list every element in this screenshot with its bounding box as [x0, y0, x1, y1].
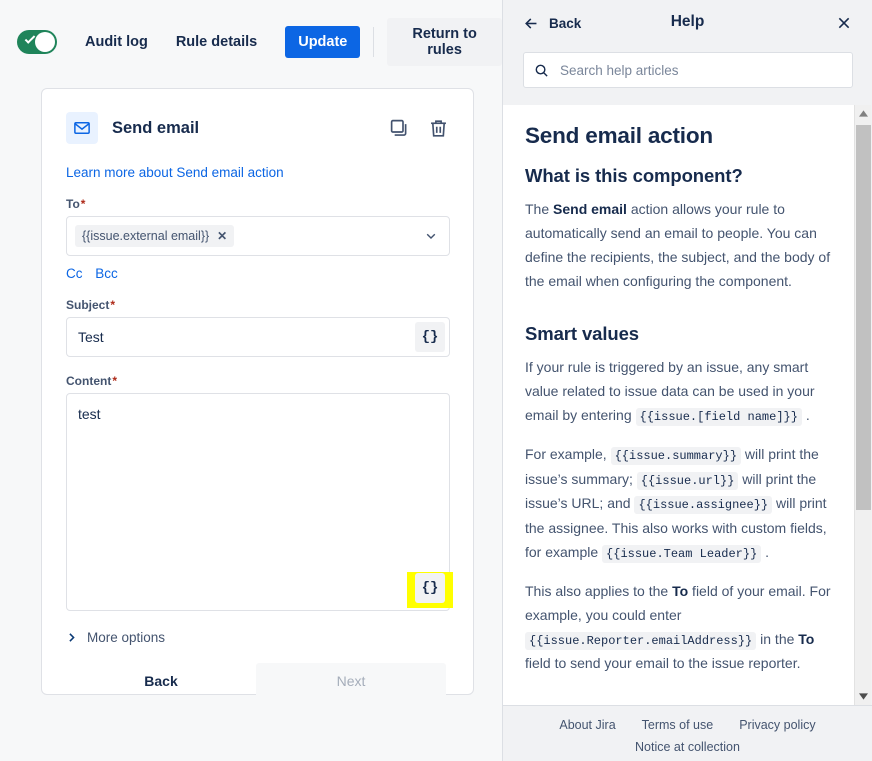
- card-header-actions: [389, 118, 449, 139]
- footer-links-row-1: About Jira Terms of use Privacy policy: [503, 718, 872, 732]
- scrollbar-thumb[interactable]: [856, 125, 871, 510]
- envelope-icon: [66, 112, 98, 144]
- close-icon[interactable]: [836, 15, 852, 31]
- content-field-wrapper: test {}: [66, 393, 453, 611]
- help-scrollbar[interactable]: [854, 105, 871, 705]
- help-back-label: Back: [549, 15, 582, 31]
- subject-field-wrapper: {}: [66, 317, 450, 357]
- article-section-2-heading: Smart values: [525, 323, 639, 345]
- help-panel-footer: About Jira Terms of use Privacy policy N…: [503, 705, 872, 761]
- help-search-input[interactable]: [558, 61, 842, 79]
- subject-label-text: Subject: [66, 298, 110, 312]
- notice-at-collection-link[interactable]: Notice at collection: [635, 740, 740, 754]
- about-jira-link[interactable]: About Jira: [559, 718, 615, 732]
- p4-text-a: This also applies to the: [525, 582, 673, 599]
- learn-more-link[interactable]: Learn more about Send email action: [66, 165, 449, 180]
- article-paragraph-1: The Send email action allows your rule t…: [525, 197, 833, 293]
- p3-text-a: For example,: [525, 446, 611, 463]
- p3-code-1: {{issue.summary}}: [610, 447, 742, 466]
- p3-code-4: {{issue.Team Leader}}: [602, 545, 762, 564]
- cc-link[interactable]: Cc: [66, 266, 83, 281]
- trash-icon[interactable]: [428, 118, 449, 139]
- article-paragraph-4: This also applies to the To field of you…: [525, 579, 833, 676]
- help-panel: Back Help Send email action: [502, 0, 872, 761]
- more-options-label: More options: [87, 630, 166, 645]
- p2-text-b: .: [801, 407, 810, 424]
- p4-code: {{issue.Reporter.emailAddress}}: [525, 631, 757, 650]
- recipient-chip[interactable]: {{issue.external email}} ✕: [75, 225, 235, 247]
- duplicate-icon[interactable]: [389, 118, 410, 139]
- rule-editor-pane: Audit log Rule details Update Return to …: [0, 0, 502, 761]
- remove-chip-icon[interactable]: ✕: [217, 230, 227, 242]
- recipient-chip-label: {{issue.external email}}: [82, 229, 210, 243]
- help-panel-header: Back Help: [503, 0, 872, 104]
- help-article-body: Send email action What is this component…: [503, 105, 855, 705]
- cc-bcc-row: Cc Bcc: [66, 266, 449, 281]
- toolbar-divider: [373, 27, 375, 57]
- article-paragraph-3: For example, {{issue.summary}} will prin…: [525, 442, 833, 565]
- p4-bold-2: To: [798, 630, 815, 647]
- help-back-button[interactable]: Back: [523, 15, 581, 32]
- help-header-row: Back Help: [503, 0, 872, 46]
- article-section-1-heading: What is this component?: [525, 165, 743, 186]
- scroll-up-arrow-icon[interactable]: [855, 105, 872, 122]
- update-button[interactable]: Update: [285, 26, 361, 58]
- p1-bold: Send email: [553, 201, 627, 217]
- rule-toolbar: Audit log Rule details Update Return to …: [0, 0, 502, 84]
- app-root: Audit log Rule details Update Return to …: [0, 0, 872, 761]
- p1-text-a: The: [525, 201, 554, 217]
- article-title: Send email action: [525, 123, 713, 148]
- next-button[interactable]: Next: [256, 663, 446, 699]
- help-search-box[interactable]: [523, 52, 853, 88]
- card-header: Send email: [66, 110, 449, 146]
- to-required-asterisk: *: [80, 197, 86, 211]
- back-button[interactable]: Back: [66, 673, 256, 689]
- content-required-asterisk: *: [112, 374, 117, 388]
- terms-of-use-link[interactable]: Terms of use: [642, 718, 714, 732]
- search-icon: [534, 63, 549, 78]
- bcc-link[interactable]: Bcc: [95, 266, 118, 281]
- to-label-text: To: [66, 197, 80, 211]
- toggle-knob: [35, 32, 55, 52]
- chevron-down-icon[interactable]: [424, 229, 438, 243]
- p4-text-d: in the: [756, 630, 799, 647]
- card-title: Send email: [112, 118, 200, 137]
- content-label-text: Content: [66, 374, 112, 388]
- audit-log-link[interactable]: Audit log: [85, 34, 148, 50]
- subject-smart-values-button[interactable]: {}: [415, 322, 445, 352]
- footer-links-row-2: Notice at collection: [503, 740, 872, 754]
- p2-code: {{issue.[field name]}}: [635, 408, 802, 427]
- card-footer: Back Next: [66, 663, 449, 699]
- to-field-label: To*: [66, 197, 449, 211]
- return-to-rules-button[interactable]: Return to rules: [387, 18, 502, 66]
- p3-code-2: {{issue.url}}: [636, 471, 739, 490]
- scroll-down-arrow-icon[interactable]: [855, 688, 872, 705]
- arrow-left-icon: [523, 15, 540, 32]
- subject-required-asterisk: *: [110, 298, 116, 312]
- content-textarea[interactable]: test: [67, 394, 449, 610]
- p4-bold-1: To: [672, 582, 689, 599]
- content-field-label: Content*: [66, 374, 449, 388]
- send-email-component-card: Send email Learn more about Send email a…: [41, 88, 474, 699]
- subject-field-label: Subject*: [66, 298, 449, 312]
- subject-input[interactable]: [67, 318, 449, 356]
- to-input[interactable]: {{issue.external email}} ✕: [66, 216, 450, 256]
- rule-details-link[interactable]: Rule details: [176, 34, 257, 50]
- p4-text-f: field to send your email to the issue re…: [525, 655, 801, 672]
- article-paragraph-2: If your rule is triggered by an issue, a…: [525, 355, 833, 428]
- chevron-right-icon: [66, 632, 77, 643]
- content-smart-values-button[interactable]: {}: [415, 573, 445, 603]
- check-icon: [24, 33, 36, 44]
- privacy-policy-link[interactable]: Privacy policy: [739, 718, 815, 732]
- p3-text-e: .: [761, 544, 770, 561]
- more-options-toggle[interactable]: More options: [66, 630, 449, 645]
- p3-code-3: {{issue.assignee}}: [634, 496, 773, 515]
- rule-enabled-toggle[interactable]: [17, 30, 57, 54]
